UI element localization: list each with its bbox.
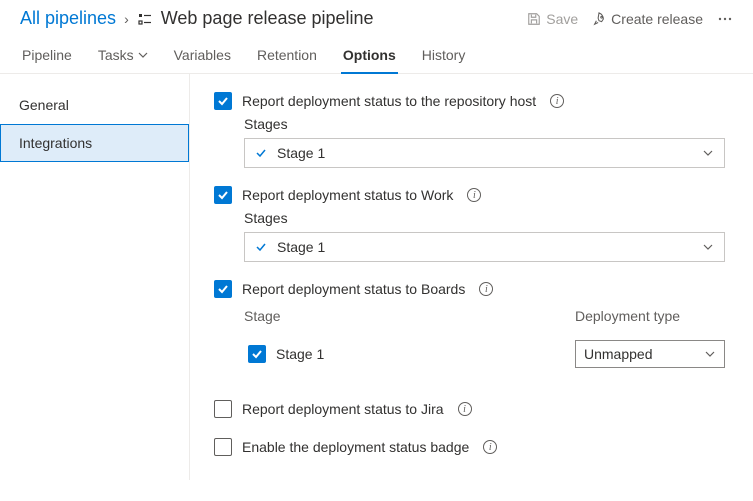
check-icon (217, 95, 229, 107)
pipeline-icon (137, 11, 153, 27)
tab-variables[interactable]: Variables (172, 41, 233, 73)
check-icon (217, 283, 229, 295)
header-actions: Save Create release (527, 11, 733, 27)
chevron-down-icon (138, 50, 148, 60)
info-icon[interactable]: i (550, 94, 564, 108)
option-label: Report deployment status to Boards (242, 281, 465, 297)
check-icon (217, 189, 229, 201)
more-icon (717, 11, 733, 27)
info-icon[interactable]: i (479, 282, 493, 296)
save-icon (527, 12, 541, 26)
table-head: Stage Deployment type (244, 308, 725, 324)
info-icon[interactable]: i (458, 402, 472, 416)
col-stage: Stage (244, 308, 575, 324)
info-icon[interactable]: i (483, 440, 497, 454)
option-repo-host: Report deployment status to the reposito… (214, 92, 725, 110)
tab-history[interactable]: History (420, 41, 468, 73)
stages-label: Stages (244, 210, 725, 226)
stage-cell: Stage 1 (276, 346, 324, 362)
checkbox-stage-row[interactable] (248, 345, 266, 363)
check-icon (255, 147, 267, 159)
tab-options[interactable]: Options (341, 41, 398, 73)
table-row: Stage 1 Unmapped (244, 340, 725, 368)
rocket-icon (592, 12, 606, 26)
page-title: Web page release pipeline (161, 8, 374, 29)
check-icon (251, 348, 263, 360)
sidebar: General Integrations (0, 74, 190, 480)
breadcrumb-root[interactable]: All pipelines (20, 8, 116, 29)
content: Report deployment status to the reposito… (190, 74, 753, 480)
stages-dropdown-repo-host[interactable]: Stage 1 (244, 138, 725, 168)
body: General Integrations Report deployment s… (0, 74, 753, 480)
save-button: Save (527, 11, 578, 27)
checkbox-badge[interactable] (214, 438, 232, 456)
deployment-type-select[interactable]: Unmapped (575, 340, 725, 368)
stages-label: Stages (244, 116, 725, 132)
stages-dropdown-work[interactable]: Stage 1 (244, 232, 725, 262)
info-icon[interactable]: i (467, 188, 481, 202)
breadcrumb-separator: › (124, 11, 129, 27)
checkbox-work[interactable] (214, 186, 232, 204)
checkbox-boards[interactable] (214, 280, 232, 298)
tab-tasks[interactable]: Tasks (96, 41, 150, 73)
tab-retention[interactable]: Retention (255, 41, 319, 73)
checkbox-repo-host[interactable] (214, 92, 232, 110)
option-label: Report deployment status to Work (242, 187, 453, 203)
option-work: Report deployment status to Work i (214, 186, 725, 204)
chevron-down-icon (702, 241, 714, 253)
tab-pipeline[interactable]: Pipeline (20, 41, 74, 73)
check-icon (255, 241, 267, 253)
sub-block-boards: Stage Deployment type Stage 1 Unmapped (244, 308, 725, 368)
option-label: Report deployment status to Jira (242, 401, 444, 417)
header: All pipelines › Web page release pipelin… (0, 0, 753, 33)
option-label: Enable the deployment status badge (242, 439, 469, 455)
sidebar-item-integrations[interactable]: Integrations (0, 124, 189, 162)
tab-bar: Pipeline Tasks Variables Retention Optio… (0, 33, 753, 74)
sidebar-item-general[interactable]: General (0, 86, 189, 124)
option-jira: Report deployment status to Jira i (214, 400, 725, 418)
option-badge: Enable the deployment status badge i (214, 438, 725, 456)
option-boards: Report deployment status to Boards i (214, 280, 725, 298)
sub-block-repo-host: Stages Stage 1 (244, 116, 725, 168)
col-deployment-type: Deployment type (575, 308, 725, 324)
checkbox-jira[interactable] (214, 400, 232, 418)
option-label: Report deployment status to the reposito… (242, 93, 536, 109)
create-release-button[interactable]: Create release (592, 11, 703, 27)
sub-block-work: Stages Stage 1 (244, 210, 725, 262)
more-button[interactable] (717, 11, 733, 27)
chevron-down-icon (704, 348, 716, 360)
chevron-down-icon (702, 147, 714, 159)
